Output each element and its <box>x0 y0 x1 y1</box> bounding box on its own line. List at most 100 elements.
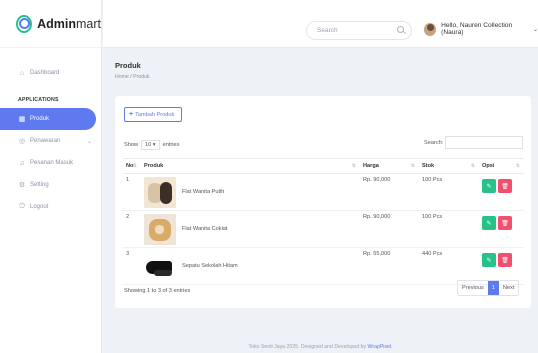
trash-icon: 🗑 <box>501 220 509 227</box>
sidebar-item-produk[interactable]: ▦ Produk <box>0 108 96 130</box>
edit-icon: ✎ <box>486 183 492 190</box>
cell-opsi: ✎ 🗑 <box>479 210 524 248</box>
add-product-label: Tambah Produk <box>135 111 175 118</box>
product-name: Flat Wanita Coklat <box>182 226 228 232</box>
table-search-label: Search: <box>424 140 444 146</box>
table-info: Showing 1 to 3 of 3 entries <box>124 288 191 294</box>
sort-icon: ⇅ <box>410 163 415 169</box>
cell-no: 2 <box>123 210 141 248</box>
product-image <box>144 250 176 282</box>
column-header-produk[interactable]: Produk ⇅ <box>141 158 360 174</box>
user-menu[interactable]: Hello, Nauren Collection (Naura) ⌄ <box>424 22 538 36</box>
plus-icon: + <box>129 111 134 118</box>
product-name: Sepatu Sekolah Hitam <box>182 263 238 269</box>
sidebar-item-label: Produk <box>30 116 50 122</box>
sidebar-item-penawaran[interactable]: ◎ Penawaran ⌄ <box>0 130 102 152</box>
topbar: Search Hello, Nauren Collection (Naura) … <box>103 0 538 48</box>
breadcrumb: Home / Produk <box>115 74 150 80</box>
sort-icon: ⇅ <box>515 163 520 169</box>
sidebar-item-label: Logout <box>30 204 49 210</box>
search-placeholder: Search <box>317 27 338 34</box>
cell-opsi: ✎ 🗑 <box>479 173 524 211</box>
cell-harga: Rp. 90,000 <box>360 173 419 211</box>
page-1-button[interactable]: 1 <box>487 281 499 295</box>
footer-link[interactable]: WrapPixel <box>368 344 392 350</box>
add-product-button[interactable]: + Tambah Produk <box>124 107 182 122</box>
search-input[interactable]: Search <box>306 21 412 40</box>
edit-button[interactable]: ✎ <box>482 253 496 267</box>
column-header-opsi[interactable]: Opsi ⇅ <box>479 158 524 174</box>
home-icon: ⌂ <box>19 69 25 77</box>
sort-icon: ⇅ <box>351 163 356 169</box>
delete-button[interactable]: 🗑 <box>498 253 512 267</box>
entries-selector: Show 10 ▾ entries <box>124 140 179 150</box>
trash-icon: 🗑 <box>501 183 509 190</box>
cell-stok: 100 Pcs <box>419 210 479 248</box>
table-header-row: No ⇅ Produk ⇅ Harga ⇅ Stok ⇅ Opsi ⇅ <box>123 158 524 174</box>
cell-harga: Rp. 55,000 <box>360 247 419 285</box>
sidebar-item-label: Dashboard <box>30 70 60 76</box>
edit-icon: ✎ <box>486 257 492 264</box>
sidebar-item-label: Pesanan Masuk <box>30 160 74 166</box>
entries-select[interactable]: 10 ▾ <box>141 140 160 150</box>
next-button[interactable]: Next <box>499 281 519 295</box>
search-icon <box>397 26 404 33</box>
cell-harga: Rp. 90,000 <box>360 210 419 248</box>
power-icon: ⏻ <box>19 203 25 210</box>
page-title: Produk <box>115 61 141 70</box>
edit-icon: ✎ <box>486 220 492 227</box>
entries-value: 10 <box>145 142 152 148</box>
cell-produk: Flat Wanita Putih <box>141 173 360 211</box>
product-name: Flat Wanita Putih <box>182 189 225 195</box>
tag-icon: ◎ <box>18 138 26 145</box>
trash-icon: 🗑 <box>501 257 509 264</box>
table-row: 2 Flat Wanita Coklat Rp. 90,000 100 Pcs … <box>123 210 524 248</box>
edit-button[interactable]: ✎ <box>482 179 496 193</box>
show-suffix: entries <box>162 142 180 148</box>
delete-button[interactable]: 🗑 <box>498 216 512 230</box>
avatar <box>424 22 437 36</box>
cell-no: 1 <box>123 173 141 211</box>
sidebar-item-label: Penawaran <box>30 138 61 144</box>
user-name: Hello, Nauren Collection (Naura) <box>441 22 513 36</box>
page-header: Produk Home / Produk <box>115 61 150 80</box>
product-card: + Tambah Produk Show 10 ▾ entries Search… <box>115 96 531 308</box>
sidebar-item-logout[interactable]: ⏻ Logout <box>0 196 102 218</box>
table-row: 1 Flat Wanita Putih Rp. 90,000 100 Pcs ✎… <box>123 173 524 211</box>
sidebar: Adminmart ⌂ Dashboard APPLICATIONS ▦ Pro… <box>0 0 102 353</box>
sort-icon: ⇅ <box>132 163 137 169</box>
delete-button[interactable]: 🗑 <box>498 179 512 193</box>
footer-text: Toko Seoti Jaya 2025. Designed and Devel… <box>248 344 368 350</box>
column-header-stok[interactable]: Stok ⇅ <box>419 158 479 174</box>
footer: Toko Seoti Jaya 2025. Designed and Devel… <box>248 344 393 350</box>
table-search-input[interactable] <box>445 136 523 149</box>
bell-icon: ♫ <box>19 159 25 167</box>
gear-icon: ⚙ <box>18 182 26 189</box>
cell-opsi: ✎ 🗑 <box>479 247 524 285</box>
pagination: Previous 1 Next <box>457 280 520 296</box>
product-image <box>144 176 176 208</box>
sort-icon: ⇅ <box>470 163 475 169</box>
cell-stok: 440 Pcs <box>419 247 479 285</box>
product-image <box>144 213 176 245</box>
sidebar-item-dashboard[interactable]: ⌂ Dashboard <box>0 62 102 84</box>
column-header-no[interactable]: No ⇅ <box>123 158 141 174</box>
sidebar-item-setting[interactable]: ⚙ Setting <box>0 174 102 196</box>
brand-name: Adminmart <box>37 16 101 31</box>
cell-stok: 100 Pcs <box>419 173 479 211</box>
chevron-down-icon: ⌄ <box>532 26 538 33</box>
chevron-down-icon: ⌄ <box>86 138 92 145</box>
column-header-harga[interactable]: Harga ⇅ <box>360 158 419 174</box>
previous-button[interactable]: Previous <box>458 281 488 295</box>
cell-produk: Flat Wanita Coklat <box>141 210 360 248</box>
grid-icon: ▦ <box>18 116 26 123</box>
edit-button[interactable]: ✎ <box>482 216 496 230</box>
brand[interactable]: Adminmart <box>0 0 101 48</box>
cell-no: 3 <box>123 247 141 285</box>
show-prefix: Show <box>124 142 138 148</box>
sidebar-section-title: APPLICATIONS <box>18 97 59 103</box>
cell-produk: Sepatu Sekolah Hitam <box>141 247 360 285</box>
logo-icon <box>16 14 33 33</box>
sidebar-item-pesanan-masuk[interactable]: ♫ Pesanan Masuk <box>0 152 102 174</box>
sidebar-nav: ⌂ Dashboard APPLICATIONS ▦ Produk ◎ Pena… <box>0 60 102 218</box>
